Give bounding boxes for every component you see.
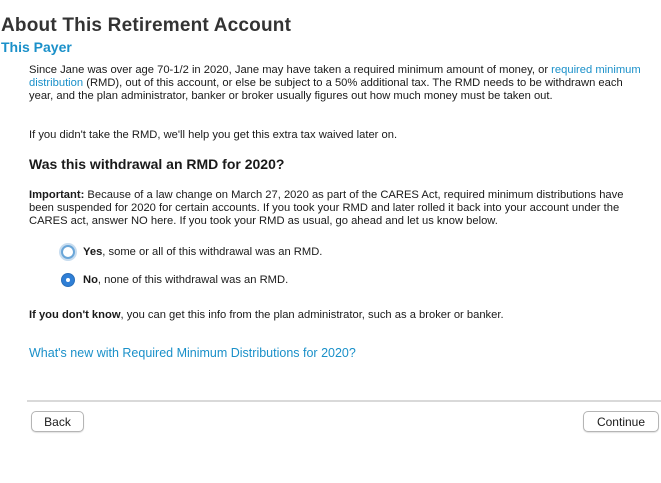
radio-option-no[interactable]: No, none of this withdrawal was an RMD.: [61, 273, 288, 287]
continue-button[interactable]: Continue: [583, 411, 659, 432]
page-subtitle: This Payer: [1, 39, 72, 55]
radio-option-yes[interactable]: Yes, some or all of this withdrawal was …: [61, 245, 322, 259]
radio-yes-label: Yes, some or all of this withdrawal was …: [83, 246, 322, 258]
radio-no-text: , none of this withdrawal was an RMD.: [97, 274, 289, 286]
waive-note: If you didn't take the RMD, we'll help y…: [29, 129, 398, 141]
intro-paragraph: Since Jane was over age 70-1/2 in 2020, …: [29, 64, 641, 103]
radio-yes-text: , some or all of this withdrawal was an …: [102, 246, 323, 258]
important-notice: Important: Because of a law change on Ma…: [29, 189, 641, 228]
dont-know-note: If you don't know, you can get this info…: [29, 309, 641, 322]
radio-yes-bold: Yes: [83, 246, 103, 258]
intro-text-end: (RMD), out of this account, or else be s…: [29, 77, 623, 102]
radio-checked-icon[interactable]: [61, 273, 75, 287]
intro-text-start: Since Jane was over age 70-1/2 in 2020, …: [29, 64, 552, 76]
radio-no-label: No, none of this withdrawal was an RMD.: [83, 274, 288, 286]
radio-no-bold: No: [83, 274, 98, 286]
footer-divider: [27, 400, 661, 402]
radio-unchecked-icon[interactable]: [61, 245, 75, 259]
dont-know-bold: If you don't know: [29, 309, 121, 321]
page-title: About This Retirement Account: [1, 15, 292, 36]
whats-new-rmd-link[interactable]: What's new with Required Minimum Distrib…: [29, 346, 356, 360]
back-button[interactable]: Back: [31, 411, 84, 432]
important-text: Because of a law change on March 27, 202…: [29, 189, 624, 227]
dont-know-text: , you can get this info from the plan ad…: [120, 309, 504, 321]
important-label: Important:: [29, 189, 85, 201]
rmd-question: Was this withdrawal an RMD for 2020?: [29, 156, 285, 172]
